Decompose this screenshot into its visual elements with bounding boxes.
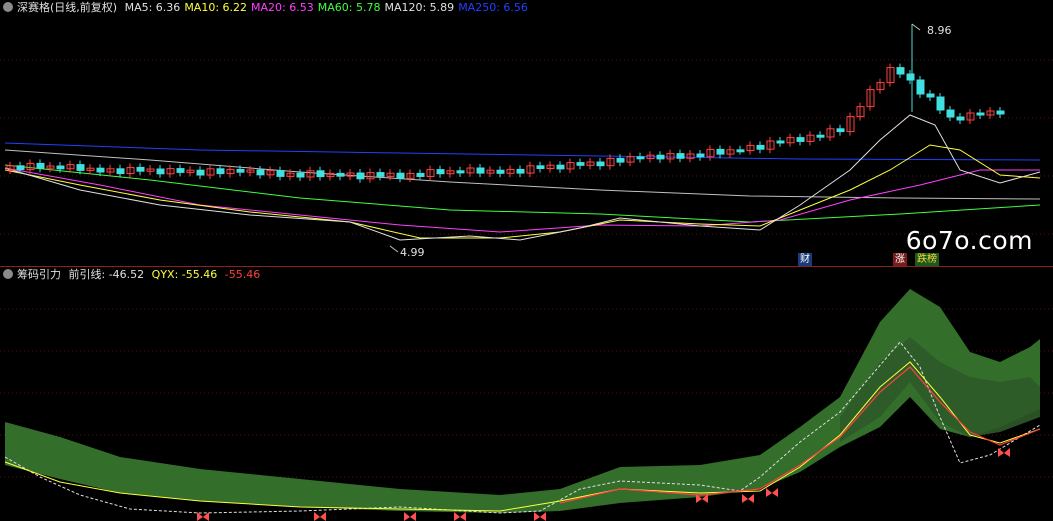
candle-body bbox=[496, 169, 505, 174]
candle-body bbox=[136, 166, 145, 172]
low-price-label: 4.99 bbox=[400, 246, 425, 259]
candle-body bbox=[936, 96, 945, 111]
watermark: 6o7o.com bbox=[905, 226, 1033, 255]
indicator-line3-label: -55.46 bbox=[224, 268, 261, 281]
candle-body bbox=[356, 172, 365, 180]
candle-body bbox=[56, 165, 65, 170]
ma-legend-item: MA5: 6.36 bbox=[124, 1, 181, 14]
price-legend: 深赛格(日线,前复权) MA5: 6.36 MA10: 6.22 MA20: 6.5… bbox=[0, 0, 536, 16]
candle-body bbox=[436, 169, 445, 175]
candle-body bbox=[946, 109, 955, 118]
candle-body bbox=[736, 149, 745, 153]
butterfly-icon bbox=[742, 494, 754, 503]
butterfly-icon bbox=[404, 512, 416, 521]
candle-body bbox=[256, 169, 265, 176]
indicator-line2-label: QYX: -55.46 bbox=[151, 268, 218, 281]
candle-body bbox=[556, 164, 565, 170]
candle-body bbox=[906, 73, 915, 81]
butterfly-wing-right bbox=[460, 512, 466, 521]
butterfly-wing-left bbox=[742, 494, 748, 503]
candle-body bbox=[796, 137, 805, 142]
candlestick-chart: 8.96 4.99 bbox=[0, 23, 1053, 259]
candle-body bbox=[596, 161, 605, 167]
candle-body bbox=[956, 116, 965, 121]
candle-body bbox=[236, 168, 245, 173]
high-price-label: 8.96 bbox=[927, 24, 952, 37]
candle-body bbox=[716, 148, 725, 155]
candle-body bbox=[676, 153, 685, 159]
candle-body bbox=[216, 168, 225, 175]
butterfly-icon bbox=[454, 512, 466, 521]
candle-body bbox=[76, 164, 85, 171]
butterfly-wing-left bbox=[454, 512, 460, 521]
ma-legend-item: MA10: 6.22 bbox=[184, 1, 248, 14]
butterfly-wing-left bbox=[404, 512, 410, 521]
candle-body bbox=[656, 154, 665, 160]
candle-body bbox=[696, 153, 705, 158]
ma-legend-item: MA250: 6.56 bbox=[458, 1, 528, 14]
indicator-panel[interactable]: 筹码引力 前引线: -46.52 QYX: -55.46 -55.46 bbox=[0, 267, 1053, 521]
ma-legend-item: MA120: 5.89 bbox=[384, 1, 455, 14]
high-marker-arrow bbox=[911, 23, 921, 31]
candle-body bbox=[336, 172, 345, 177]
gear-icon[interactable] bbox=[3, 2, 13, 12]
butterfly-wing-right bbox=[410, 512, 416, 521]
candle-body bbox=[96, 167, 105, 173]
butterfly-wing-left bbox=[766, 488, 772, 497]
price-chart-panel[interactable]: 8.96 4.99 深赛格(日线,前复权) MA5: 6.36 MA10: 6.22… bbox=[0, 0, 1053, 266]
indicator-name: 筹码引力 bbox=[17, 268, 61, 281]
butterfly-wing-right bbox=[320, 512, 326, 521]
event-tag-finance[interactable]: 财 bbox=[798, 253, 812, 266]
candle-body bbox=[416, 172, 425, 177]
candle-body bbox=[196, 169, 205, 176]
candle-body bbox=[476, 167, 485, 174]
butterfly-wing-left bbox=[314, 512, 320, 521]
gear-icon[interactable] bbox=[3, 269, 13, 279]
candle-body bbox=[276, 170, 285, 177]
candle-body bbox=[376, 172, 385, 177]
indicator-legend: 筹码引力 前引线: -46.52 QYX: -55.46 -55.46 bbox=[0, 267, 264, 283]
candle-body bbox=[16, 165, 25, 171]
security-title: 深赛格(日线,前复权) bbox=[17, 1, 118, 14]
butterfly-wing-right bbox=[748, 494, 754, 503]
butterfly-wing-left bbox=[998, 448, 1004, 457]
butterfly-icon bbox=[314, 512, 326, 521]
candle-body bbox=[916, 79, 925, 95]
candle-body bbox=[36, 162, 45, 169]
candle-body bbox=[836, 128, 845, 133]
candle-body bbox=[756, 144, 765, 150]
butterfly-wing-right bbox=[1004, 448, 1010, 457]
indicator-chart bbox=[0, 289, 1053, 521]
candle-body bbox=[396, 172, 405, 179]
butterfly-wing-right bbox=[540, 512, 546, 521]
indicator-line1-label: 前引线: -46.52 bbox=[68, 268, 145, 281]
candle-body bbox=[536, 165, 545, 170]
butterfly-icon bbox=[766, 488, 778, 497]
candle-body bbox=[616, 157, 625, 163]
candle-body bbox=[976, 112, 985, 116]
butterfly-wing-left bbox=[534, 512, 540, 521]
candle-body bbox=[296, 172, 305, 178]
candle-body bbox=[176, 168, 185, 173]
ma-legend-item: MA20: 6.53 bbox=[251, 1, 314, 14]
candle-body bbox=[636, 156, 645, 160]
ma250-line bbox=[4, 142, 1041, 161]
candle-body bbox=[926, 93, 935, 98]
candle-body bbox=[576, 162, 585, 166]
ma-legend-list: MA5: 6.36 MA10: 6.22 MA20: 6.53 MA60: 5.78 M… bbox=[125, 1, 532, 14]
candle-body bbox=[996, 110, 1005, 115]
low-marker-arrow bbox=[389, 245, 399, 253]
candle-body bbox=[116, 168, 125, 175]
butterfly-icon bbox=[534, 512, 546, 521]
candle-body bbox=[816, 134, 825, 138]
candle-body bbox=[776, 140, 785, 144]
candle-body bbox=[316, 170, 325, 178]
ma-legend-item: MA60: 5.78 bbox=[317, 1, 381, 14]
candle-body bbox=[516, 168, 525, 174]
butterfly-wing-right bbox=[772, 488, 778, 497]
candle-body bbox=[896, 67, 905, 75]
candle-body bbox=[156, 168, 165, 175]
candle-body bbox=[456, 170, 465, 174]
